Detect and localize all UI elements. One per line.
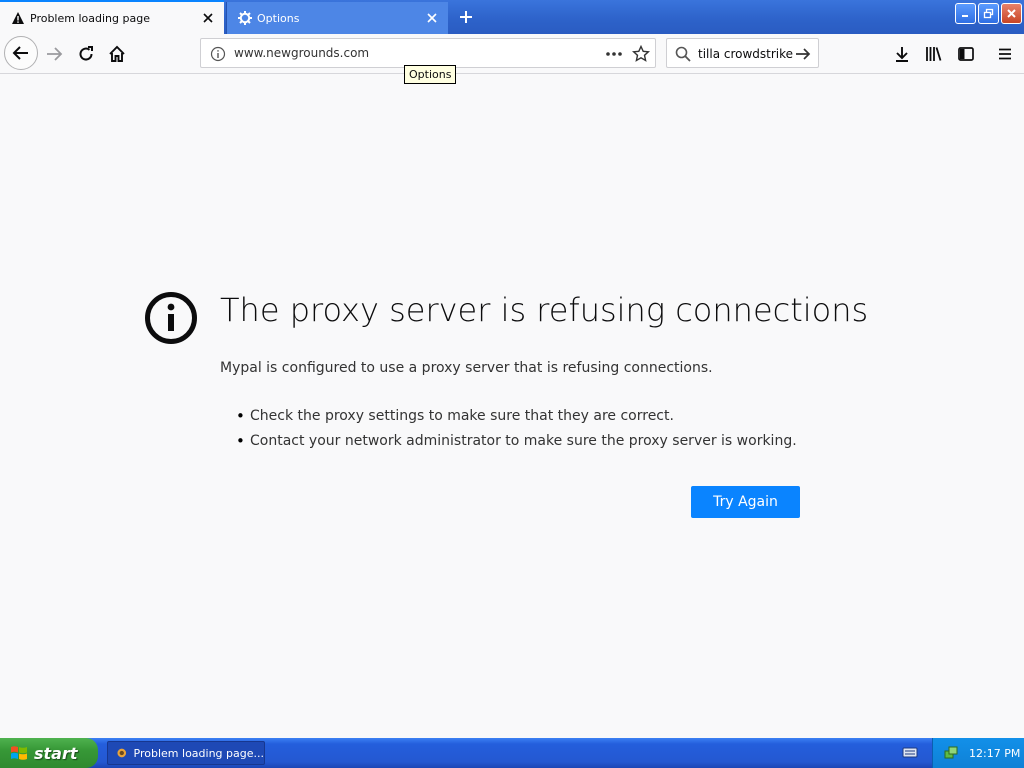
library-icon bbox=[926, 47, 942, 61]
info-icon bbox=[145, 292, 197, 344]
minimize-icon bbox=[962, 15, 968, 17]
search-input[interactable]: tilla crowdstrike bbox=[698, 47, 793, 61]
reload-icon bbox=[79, 46, 93, 61]
minimize-button[interactable] bbox=[955, 3, 976, 24]
close-icon bbox=[1007, 9, 1016, 18]
tab-strip: Problem loading page Options bbox=[0, 0, 1024, 34]
taskbar-window-button[interactable]: Problem loading page... bbox=[107, 741, 265, 765]
list-item: Check the proxy settings to make sure th… bbox=[236, 407, 797, 433]
search-icon bbox=[675, 46, 691, 62]
sidebar-button[interactable] bbox=[952, 40, 980, 68]
download-icon bbox=[896, 47, 908, 62]
search-bar[interactable]: tilla crowdstrike bbox=[666, 38, 819, 68]
go-arrow-icon[interactable] bbox=[795, 46, 811, 62]
home-button[interactable] bbox=[101, 38, 133, 70]
bookmark-star-icon[interactable] bbox=[631, 44, 651, 64]
menu-button[interactable] bbox=[991, 40, 1019, 68]
error-page: The proxy server is refusing connections… bbox=[0, 75, 1024, 738]
url-text[interactable]: www.newgrounds.com bbox=[234, 46, 369, 60]
navigation-toolbar: www.newgrounds.com Options tilla crowdst… bbox=[0, 34, 1024, 84]
url-bar[interactable]: www.newgrounds.com bbox=[200, 38, 656, 68]
error-description: Mypal is configured to use a proxy serve… bbox=[220, 360, 713, 376]
error-suggestions: Check the proxy settings to make sure th… bbox=[236, 407, 797, 458]
error-title: The proxy server is refusing connections bbox=[220, 291, 869, 329]
system-tray: 12:17 PM bbox=[932, 738, 1024, 768]
back-arrow-icon bbox=[12, 46, 28, 60]
site-info-icon[interactable] bbox=[210, 46, 226, 62]
start-label: start bbox=[34, 743, 78, 763]
close-tab-icon[interactable] bbox=[196, 6, 220, 30]
browser-app-icon bbox=[117, 748, 127, 758]
hamburger-menu-icon bbox=[999, 48, 1011, 60]
page-actions-icon[interactable] bbox=[601, 45, 627, 63]
back-button[interactable] bbox=[4, 36, 38, 70]
start-button[interactable]: start bbox=[0, 738, 98, 768]
forward-arrow-icon bbox=[47, 47, 63, 61]
restore-icon bbox=[983, 8, 994, 19]
reload-button[interactable] bbox=[70, 38, 102, 70]
clock: 12:17 PM bbox=[969, 746, 1021, 760]
close-tab-icon[interactable] bbox=[420, 6, 444, 30]
library-button[interactable] bbox=[920, 40, 948, 68]
home-icon bbox=[109, 45, 125, 62]
options-tooltip: Options bbox=[404, 65, 457, 84]
tab-label: Problem loading page bbox=[30, 11, 150, 25]
taskbar: start Problem loading page... 12:17 PM bbox=[0, 738, 1024, 768]
keyboard-icon[interactable] bbox=[902, 745, 918, 759]
taskbar-window-label: Problem loading page... bbox=[133, 746, 264, 760]
gear-icon bbox=[237, 10, 253, 26]
sidebar-icon bbox=[958, 47, 974, 61]
restore-button[interactable] bbox=[978, 3, 999, 24]
plus-icon bbox=[460, 11, 472, 23]
downloads-button[interactable] bbox=[888, 40, 916, 68]
network-icon[interactable] bbox=[943, 745, 959, 761]
warning-icon bbox=[10, 10, 26, 26]
list-item: Contact your network administrator to ma… bbox=[236, 432, 797, 458]
tab-label: Options bbox=[257, 11, 300, 25]
tab-options[interactable]: Options bbox=[226, 2, 448, 34]
windows-logo-icon bbox=[11, 746, 27, 760]
forward-button[interactable] bbox=[38, 38, 70, 70]
try-again-button[interactable]: Try Again bbox=[691, 486, 800, 518]
new-tab-button[interactable] bbox=[452, 4, 480, 30]
tab-problem-loading[interactable]: Problem loading page bbox=[0, 0, 224, 34]
close-window-button[interactable] bbox=[1001, 3, 1022, 24]
